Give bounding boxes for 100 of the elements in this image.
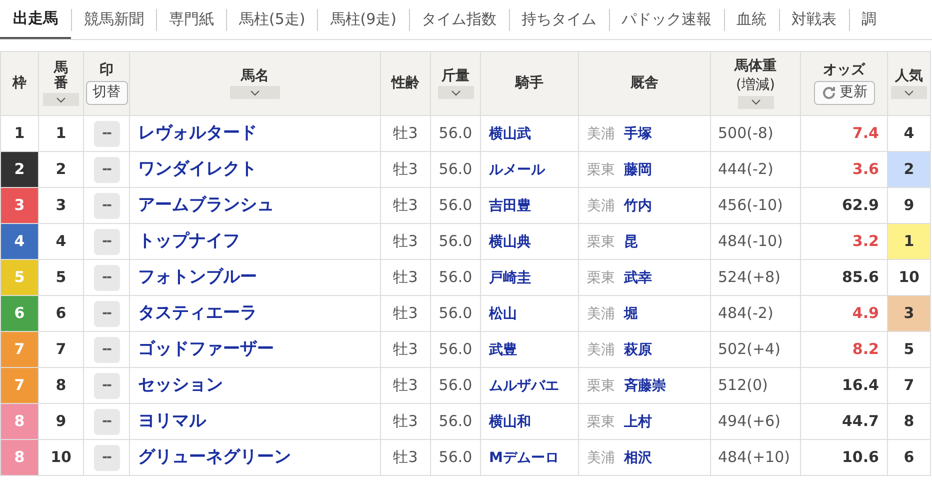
mark-button[interactable]: -- <box>94 372 120 398</box>
frame-number: 6 <box>0 296 38 332</box>
tab[interactable]: パドック速報 <box>610 0 724 39</box>
trainer-link[interactable]: 斉藤崇 <box>624 378 666 394</box>
carried-weight: 56.0 <box>430 332 480 368</box>
trainer-link[interactable]: 堀 <box>624 306 638 322</box>
popularity-rank: 2 <box>888 152 930 188</box>
mark-button[interactable]: -- <box>94 192 120 218</box>
tab[interactable]: 対戦表 <box>780 0 848 39</box>
tab[interactable]: 持ちタイム <box>510 0 608 39</box>
column-header: 印 <box>100 62 114 79</box>
mark-button[interactable]: -- <box>94 264 120 290</box>
trainer-link[interactable]: 手塚 <box>624 126 652 142</box>
trainer-link[interactable]: 藤岡 <box>624 162 652 178</box>
trainer-link[interactable]: 昆 <box>624 234 638 250</box>
column-header: 騎手 <box>516 75 544 92</box>
tab[interactable]: 血統 <box>724 0 778 39</box>
trainer-link[interactable]: 竹内 <box>624 198 652 214</box>
refresh-icon <box>820 84 836 101</box>
odds: 8.2 <box>800 332 888 368</box>
stable-region: 栗東 <box>587 414 615 430</box>
carried-weight: 56.0 <box>430 296 480 332</box>
toggle-button[interactable]: 切替 <box>86 80 128 105</box>
odds: 44.7 <box>800 404 888 440</box>
stable-region: 栗東 <box>587 378 615 394</box>
trainer-link[interactable]: 上村 <box>624 414 652 430</box>
stable-region: 美浦 <box>587 450 615 466</box>
carried-weight: 56.0 <box>430 404 480 440</box>
chevron-down-icon <box>250 90 260 96</box>
body-weight: 512(0) <box>710 368 800 404</box>
tab[interactable]: 調 <box>850 0 888 39</box>
frame-number: 8 <box>0 440 38 476</box>
sort-button[interactable] <box>738 96 774 109</box>
stable-region: 美浦 <box>587 198 615 214</box>
body-weight: 524(+8) <box>710 260 800 296</box>
horse-number: 6 <box>38 296 84 332</box>
column-header: 斤量 <box>442 68 470 84</box>
tab[interactable]: 専門紙 <box>157 0 226 39</box>
refresh-button[interactable]: 更新 <box>814 80 874 105</box>
chevron-down-icon <box>904 90 914 96</box>
tab[interactable]: 馬柱(9走) <box>318 0 408 39</box>
mark-button[interactable]: -- <box>94 444 120 470</box>
sex-age: 牡3 <box>380 260 430 296</box>
trainer-link[interactable]: 萩原 <box>624 342 652 358</box>
mark-button[interactable]: -- <box>94 300 120 326</box>
jockey-link[interactable]: 横山典 <box>489 234 531 250</box>
column-subheader: (増減) <box>736 77 775 94</box>
jockey-link[interactable]: 武豊 <box>489 342 517 358</box>
tab[interactable]: 馬柱(5走) <box>227 0 318 39</box>
horse-number: 2 <box>38 152 84 188</box>
sex-age: 牡3 <box>380 404 430 440</box>
body-weight: 484(+10) <box>710 440 800 476</box>
sort-button[interactable] <box>438 86 474 100</box>
popularity-rank: 5 <box>888 332 930 368</box>
trainer-link[interactable]: 武幸 <box>624 270 652 286</box>
sort-button[interactable] <box>43 93 79 106</box>
horse-number: 10 <box>38 440 84 476</box>
mark-button[interactable]: -- <box>94 336 120 362</box>
horse-name-link[interactable]: ヨリマル <box>138 410 206 431</box>
chevron-down-icon <box>450 90 460 96</box>
trainer-link[interactable]: 相沢 <box>624 450 652 466</box>
horse-number: 5 <box>38 260 84 296</box>
popularity-rank: 8 <box>888 404 930 440</box>
sex-age: 牡3 <box>380 296 430 332</box>
jockey-link[interactable]: 横山和 <box>489 414 531 430</box>
sex-age: 牡3 <box>380 188 430 224</box>
column-header: 馬体重 <box>734 58 776 75</box>
frame-number: 7 <box>0 332 38 368</box>
stable-region: 美浦 <box>587 306 615 322</box>
sex-age: 牡3 <box>380 368 430 404</box>
odds: 16.4 <box>800 368 888 404</box>
horse-number: 8 <box>38 368 84 404</box>
horse-number: 9 <box>38 404 84 440</box>
mark-button[interactable]: -- <box>94 228 120 254</box>
horse-number: 3 <box>38 188 84 224</box>
carried-weight: 56.0 <box>430 152 480 188</box>
horse-name-link[interactable]: セッション <box>138 374 223 395</box>
column-header: 性齢 <box>392 75 420 92</box>
body-weight: 502(+4) <box>710 332 800 368</box>
body-weight: 484(-10) <box>710 224 800 260</box>
column-header: 馬名 <box>241 68 269 84</box>
column-header: 馬番 <box>54 60 68 92</box>
tab[interactable]: タイム指数 <box>410 0 508 39</box>
popularity-rank: 6 <box>888 440 930 476</box>
odds: 10.6 <box>800 440 888 476</box>
mark-button[interactable]: -- <box>94 156 120 182</box>
jockey-link[interactable]: 松山 <box>489 306 517 322</box>
odds: 62.9 <box>800 188 888 224</box>
mark-button[interactable]: -- <box>94 408 120 434</box>
carried-weight: 56.0 <box>430 440 480 476</box>
popularity-rank: 7 <box>888 368 930 404</box>
jockey-link[interactable]: 横山武 <box>489 126 531 142</box>
jockey-link[interactable]: 吉田豊 <box>489 198 531 214</box>
stable-region: 栗東 <box>587 234 615 250</box>
mark-button[interactable]: -- <box>94 120 120 146</box>
odds: 7.4 <box>800 116 888 152</box>
sort-button[interactable] <box>891 86 927 100</box>
body-weight: 494(+6) <box>710 404 800 440</box>
tab[interactable]: 競馬新聞 <box>72 0 156 39</box>
jockey-link[interactable]: 戸崎圭 <box>489 270 531 286</box>
